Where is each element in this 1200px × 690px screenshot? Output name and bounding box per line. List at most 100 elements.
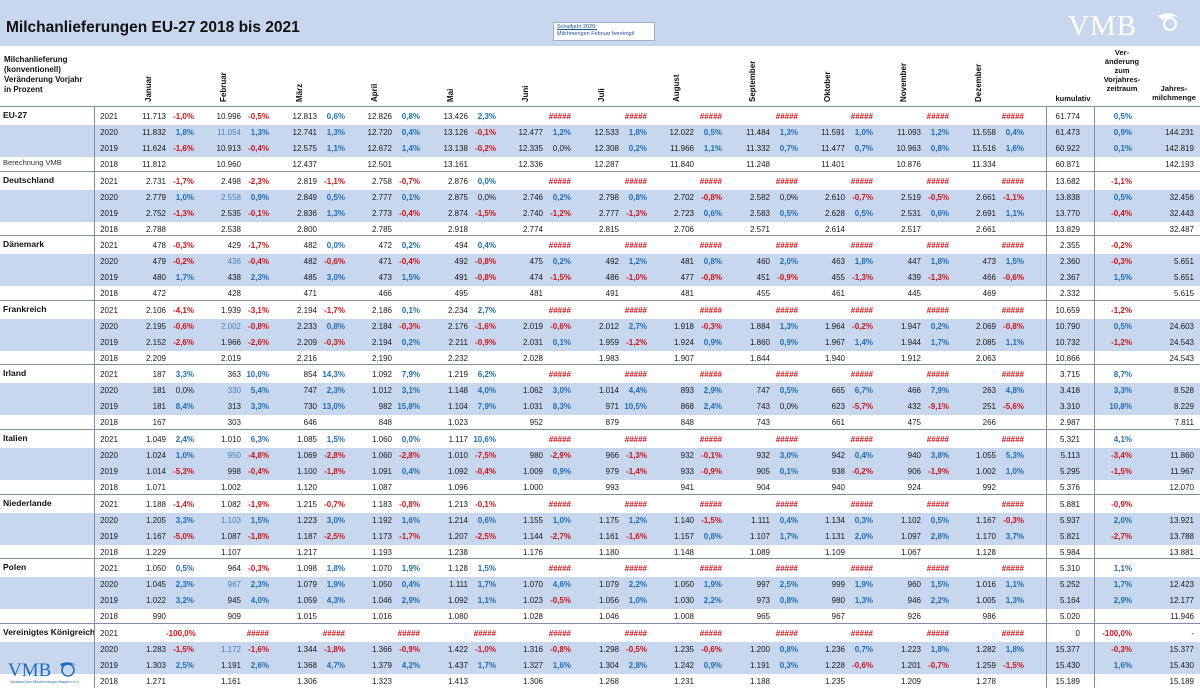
value-cell: 1.046 — [598, 612, 619, 622]
change-percent-cell: 2,9% — [703, 386, 722, 396]
value-cell: 2.874 — [447, 208, 468, 218]
value-cell: 1.103 — [220, 515, 241, 525]
value-cell: 1.214 — [447, 515, 468, 525]
change-percent-cell: 2,8% — [628, 660, 647, 670]
change-percent-cell: ##### — [548, 112, 571, 121]
column-divider — [1046, 429, 1047, 495]
change-percent-cell: 0,8% — [703, 531, 722, 541]
value-cell: 2.538 — [220, 224, 241, 234]
change-percent-cell: -1,5% — [1003, 660, 1024, 670]
change-percent-cell: 0,8% — [628, 192, 647, 202]
jahresmilchmenge-cell: - — [1191, 628, 1194, 638]
change-percent-cell: -0,4% — [248, 257, 269, 267]
value-cell: 999 — [831, 580, 845, 590]
table-row: 2021 2.106 -4,1% 1.939 -3,1% 2.194 -1,7% 2.186 0… — [0, 303, 1200, 319]
value-cell: 1.170 — [975, 531, 996, 541]
change-percent-cell: -7,5% — [475, 450, 496, 460]
value-cell: 251 — [982, 402, 996, 412]
value-cell: 1.010 — [220, 434, 241, 444]
year-cell: 2018 — [100, 612, 118, 622]
value-cell: 1.016 — [975, 580, 996, 590]
value-cell: 363 — [227, 370, 241, 380]
column-divider — [1046, 623, 1047, 689]
year-cell: 2018 — [100, 160, 118, 169]
change-percent-cell: 15,8% — [397, 402, 420, 412]
value-cell: 1.059 — [296, 596, 317, 606]
change-percent-cell: 2,3% — [250, 273, 269, 283]
column-divider — [1046, 559, 1047, 624]
value-cell: 10.960 — [216, 160, 241, 169]
value-cell: 1.167 — [975, 515, 996, 525]
value-cell: 1.107 — [220, 547, 241, 557]
value-cell: 473 — [378, 273, 392, 283]
value-cell: 1.031 — [522, 402, 543, 412]
jahres-line: Jahres- — [1160, 84, 1188, 93]
change-percent-cell: -1,5% — [173, 644, 194, 654]
value-cell: 481 — [680, 257, 694, 267]
value-cell: 474 — [529, 273, 543, 283]
column-divider — [94, 559, 95, 624]
change-percent-cell: 1,6% — [552, 660, 571, 670]
change-percent-cell: 1,1% — [326, 144, 345, 153]
change-percent-cell: 0,7% — [854, 144, 873, 153]
value-cell: 1.959 — [598, 337, 619, 347]
value-cell: 1.067 — [900, 547, 921, 557]
change-percent-cell: -2,6% — [248, 337, 269, 347]
veraenderung-cell: 2,9% — [1113, 596, 1132, 606]
value-cell: 2.582 — [749, 192, 770, 202]
value-cell: 1.327 — [522, 660, 543, 670]
month-header: Dezember — [974, 63, 983, 102]
value-cell: 181 — [152, 386, 166, 396]
change-percent-cell: -1,5% — [701, 515, 722, 525]
change-percent-cell: -1,0% — [475, 644, 496, 654]
value-cell: 466 — [907, 386, 921, 396]
column-header: Milchanlieferung (konventionell) Verände… — [0, 46, 1200, 106]
change-percent-cell: -1,6% — [248, 644, 269, 654]
change-percent-cell: 0,4% — [477, 241, 496, 251]
value-cell: 1.117 — [448, 434, 468, 444]
change-percent-cell: ##### — [699, 434, 722, 444]
value-cell: 1.014 — [598, 386, 619, 396]
change-percent-cell: 0,1% — [401, 192, 420, 202]
change-percent-cell: -1,9% — [248, 499, 269, 509]
jahresmilchmenge-cell: 142.819 — [1165, 144, 1194, 153]
column-divider — [94, 300, 95, 366]
value-cell: 492 — [605, 257, 619, 267]
change-percent-cell: -0,9% — [475, 337, 496, 347]
change-percent-cell: 0,2% — [552, 192, 571, 202]
row-header-line: (konventionell) — [4, 65, 61, 74]
table-row: 2020 181 0,0% 330 5,4% 747 2,3% 1.012 3,1% 1.148 4… — [0, 383, 1200, 400]
change-percent-cell: 1,8% — [1005, 644, 1024, 654]
change-percent-cell: 3,1% — [401, 386, 420, 396]
change-percent-cell: ##### — [548, 241, 571, 251]
value-cell: 1.079 — [296, 580, 317, 590]
change-percent-cell: ##### — [850, 434, 873, 444]
value-cell: 1.235 — [824, 676, 845, 686]
value-cell: 1.282 — [975, 644, 996, 654]
value-cell: 451 — [756, 273, 770, 283]
value-cell: 1.229 — [145, 547, 166, 557]
veraenderung-line: zum — [1114, 66, 1130, 75]
column-divider — [1094, 236, 1095, 301]
value-cell: 1.964 — [824, 321, 845, 331]
value-cell: 1.924 — [673, 337, 694, 347]
value-cell: 1.016 — [371, 612, 392, 622]
value-cell: 945 — [227, 596, 241, 606]
value-cell: 1.947 — [900, 321, 921, 331]
change-percent-cell: -0,2% — [852, 321, 873, 331]
change-percent-cell: 0,6% — [703, 208, 722, 218]
change-percent-cell: -0,1% — [701, 450, 722, 460]
value-cell: 990 — [152, 612, 166, 622]
change-percent-cell: 0,5% — [779, 386, 798, 396]
value-cell: 1.223 — [296, 515, 317, 525]
veraenderung-cell: 0,1% — [1113, 144, 1132, 153]
change-percent-cell: 5,3% — [1005, 450, 1024, 460]
change-percent-cell: ##### — [850, 564, 873, 574]
year-cell: 2021 — [100, 564, 118, 574]
veraenderung-cell: 8,7% — [1113, 370, 1132, 380]
change-percent-cell: -1,6% — [173, 144, 194, 153]
column-divider — [94, 365, 95, 430]
column-divider — [1094, 559, 1095, 624]
value-cell: 2.216 — [296, 353, 317, 363]
value-cell: 1.082 — [220, 499, 241, 509]
